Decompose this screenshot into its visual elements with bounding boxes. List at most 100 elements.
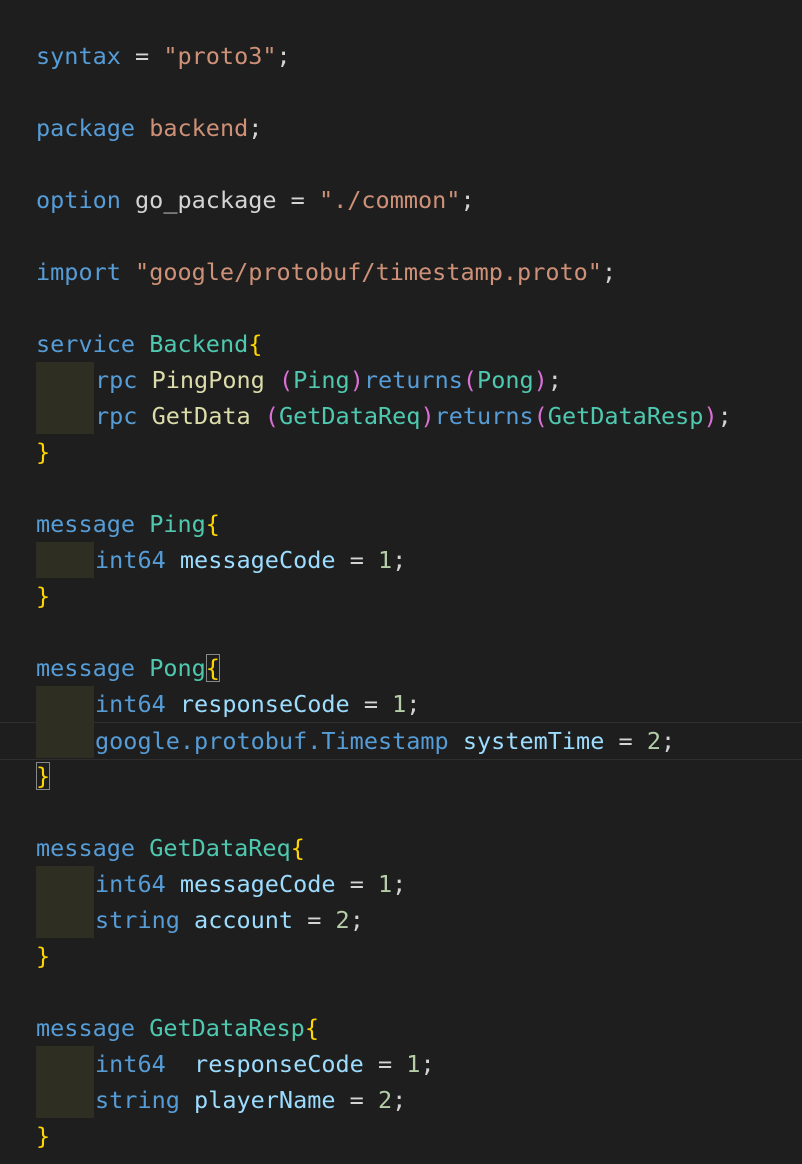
code-token-punct: = bbox=[335, 870, 378, 898]
code-line[interactable] bbox=[0, 470, 802, 506]
code-token-punct: = bbox=[349, 690, 393, 718]
code-content: } bbox=[36, 938, 50, 974]
code-line[interactable] bbox=[0, 614, 802, 650]
code-token-punct: = bbox=[335, 546, 378, 574]
code-line[interactable]: } bbox=[0, 578, 802, 614]
code-content: package backend; bbox=[36, 110, 262, 146]
code-line[interactable]: rpc GetData (GetDataReq)returns(GetDataR… bbox=[0, 398, 802, 434]
code-content: google.protobuf.Timestamp systemTime = 2… bbox=[95, 723, 675, 759]
code-token-brace: { bbox=[290, 834, 305, 862]
code-token-punct bbox=[135, 114, 149, 142]
code-token-paren: ) bbox=[533, 366, 548, 394]
code-line[interactable]: } bbox=[0, 434, 802, 470]
code-line[interactable] bbox=[0, 146, 802, 182]
code-line[interactable]: } bbox=[0, 938, 802, 974]
code-token-punct: ; bbox=[276, 42, 291, 70]
code-content: service Backend{ bbox=[36, 326, 262, 362]
code-token-keyword: returns bbox=[434, 402, 534, 430]
code-content: import "google/protobuf/timestamp.proto"… bbox=[36, 254, 616, 290]
code-token-punct: ; bbox=[406, 690, 421, 718]
code-line[interactable]: } bbox=[0, 758, 802, 794]
code-line[interactable]: message GetDataReq{ bbox=[0, 830, 802, 866]
code-line[interactable]: int64 responseCode = 1; bbox=[0, 1046, 802, 1082]
code-line[interactable]: string playerName = 2; bbox=[0, 1082, 802, 1118]
code-token-field: account bbox=[194, 906, 294, 934]
code-line[interactable]: } bbox=[0, 1118, 802, 1154]
code-token-number: 1 bbox=[378, 546, 393, 574]
code-token-number: 1 bbox=[406, 1050, 421, 1078]
code-line[interactable]: syntax = "proto3"; bbox=[0, 38, 802, 74]
code-line[interactable] bbox=[0, 794, 802, 830]
code-token-brace: { bbox=[304, 1014, 319, 1042]
code-content: syntax = "proto3"; bbox=[36, 38, 291, 74]
code-line[interactable] bbox=[0, 290, 802, 326]
code-token-keyword: message bbox=[36, 834, 136, 862]
code-line[interactable]: string account = 2; bbox=[0, 902, 802, 938]
code-token-field: messageCode bbox=[179, 546, 336, 574]
code-line[interactable] bbox=[0, 74, 802, 110]
code-content: int64 responseCode = 1; bbox=[95, 686, 420, 722]
code-token-keyword: message bbox=[36, 1014, 136, 1042]
code-token-paren: ( bbox=[462, 366, 478, 394]
code-line[interactable]: service Backend{ bbox=[0, 326, 802, 362]
code-token-punct: ; bbox=[392, 870, 407, 898]
code-line[interactable] bbox=[0, 2, 802, 38]
code-line[interactable]: google.protobuf.Timestamp systemTime = 2… bbox=[0, 722, 802, 760]
code-token-brace: } bbox=[36, 438, 51, 466]
code-editor[interactable]: syntax = "proto3"; package backend; option… bbox=[0, 0, 802, 1164]
code-token-punct: = bbox=[363, 1050, 407, 1078]
code-token-brace: { bbox=[205, 510, 220, 538]
code-token-string: "./common" bbox=[318, 186, 461, 214]
code-token-punct: ; bbox=[420, 1050, 435, 1078]
code-token-brace: } bbox=[36, 762, 51, 790]
code-token-keyword: int64 bbox=[95, 690, 166, 718]
code-line[interactable]: option go_package = "./common"; bbox=[0, 182, 802, 218]
code-token-punct bbox=[135, 834, 149, 862]
code-token-field: playerName bbox=[194, 1086, 336, 1114]
code-line[interactable]: message GetDataResp{ bbox=[0, 1010, 802, 1046]
code-token-brace: } bbox=[36, 942, 51, 970]
indent-guide bbox=[36, 722, 94, 758]
code-token-keyword: google.protobuf.Timestamp bbox=[95, 727, 449, 755]
code-token-func: PingPong bbox=[151, 366, 265, 394]
code-token-punct: ; bbox=[660, 727, 676, 755]
code-line[interactable]: package backend; bbox=[0, 110, 802, 146]
indent-guide bbox=[36, 902, 94, 938]
indent-guide bbox=[36, 398, 94, 434]
code-content: int64 messageCode = 1; bbox=[95, 866, 406, 902]
code-token-field: responseCode bbox=[194, 1050, 364, 1078]
code-token-punct: = bbox=[293, 906, 336, 934]
code-content: string account = 2; bbox=[95, 902, 364, 938]
code-line[interactable]: int64 messageCode = 1; bbox=[0, 866, 802, 902]
code-line[interactable]: rpc PingPong (Ping)returns(Pong); bbox=[0, 362, 802, 398]
code-token-punct bbox=[135, 330, 149, 358]
code-token-number: 1 bbox=[392, 690, 407, 718]
code-line[interactable] bbox=[0, 218, 802, 254]
code-line[interactable] bbox=[0, 974, 802, 1010]
code-content: message GetDataResp{ bbox=[36, 1010, 319, 1046]
code-line[interactable]: import "google/protobuf/timestamp.proto"… bbox=[0, 254, 802, 290]
code-token-punct: = bbox=[120, 42, 164, 70]
code-token-type: GetDataReq bbox=[278, 402, 421, 430]
code-token-keyword: import bbox=[36, 258, 121, 286]
code-token-keyword: package bbox=[36, 114, 136, 142]
code-token-punct: = bbox=[604, 727, 647, 755]
code-token-punct bbox=[449, 727, 463, 755]
code-token-punct: ; bbox=[248, 114, 263, 142]
code-line[interactable]: int64 responseCode = 1; bbox=[0, 686, 802, 722]
code-token-keyword: int64 bbox=[95, 1050, 166, 1078]
code-token-keyword: string bbox=[95, 906, 180, 934]
code-token-keyword: message bbox=[36, 654, 136, 682]
code-line[interactable]: message Pong{ bbox=[0, 650, 802, 686]
code-line[interactable]: message Ping{ bbox=[0, 506, 802, 542]
code-line[interactable]: int64 messageCode = 1; bbox=[0, 542, 802, 578]
code-token-keyword: rpc bbox=[95, 402, 138, 430]
code-token-punct bbox=[166, 1050, 194, 1078]
code-token-paren: ) bbox=[349, 366, 364, 394]
code-token-punct: ; bbox=[547, 366, 562, 394]
code-token-type: GetDataResp bbox=[149, 1014, 305, 1042]
code-token-punct bbox=[135, 1014, 149, 1042]
code-token-punct: ; bbox=[717, 402, 732, 430]
code-token-punct bbox=[121, 258, 135, 286]
code-content: } bbox=[36, 1118, 50, 1154]
